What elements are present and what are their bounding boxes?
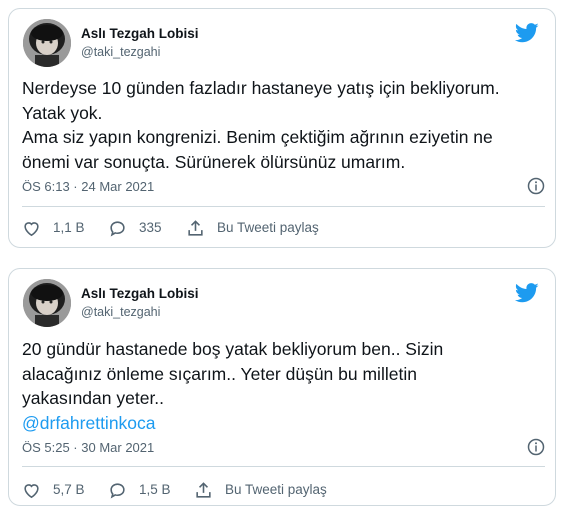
twitter-bird-icon[interactable]: [515, 23, 539, 43]
tweet-timestamp[interactable]: ÖS 5:25 · 30 Mar 2021: [22, 440, 154, 455]
user-handle[interactable]: @taki_tezgahi: [81, 44, 199, 60]
avatar[interactable]: [23, 19, 71, 67]
like-button[interactable]: 1,1 B: [22, 216, 85, 240]
reply-button[interactable]: 1,5 B: [108, 478, 171, 502]
tweet-text: Nerdeyse 10 günden fazladır hastaneye ya…: [22, 78, 500, 172]
share-button[interactable]: Bu Tweeti paylaş: [186, 216, 319, 240]
share-button[interactable]: Bu Tweeti paylaş: [194, 478, 327, 502]
divider: [22, 466, 545, 467]
tweet-header: Aslı Tezgah Lobisi @taki_tezgahi: [23, 279, 541, 327]
user-handle[interactable]: @taki_tezgahi: [81, 304, 199, 320]
heart-icon: [24, 221, 39, 236]
share-icon: [196, 481, 211, 498]
share-label: Bu Tweeti paylaş: [225, 482, 327, 497]
twitter-bird-icon[interactable]: [515, 283, 539, 303]
reply-icon: [110, 220, 125, 236]
divider: [22, 206, 545, 207]
share-icon: [188, 219, 203, 236]
reply-count: 335: [139, 220, 162, 235]
like-count: 5,7 B: [53, 482, 85, 497]
reply-icon: [110, 482, 125, 498]
info-icon[interactable]: [527, 438, 545, 456]
display-name[interactable]: Aslı Tezgah Lobisi: [81, 285, 199, 302]
tweet-actions: 5,7 B 1,5 B Bu Tweeti paylaş: [22, 478, 545, 502]
reply-count: 1,5 B: [139, 482, 171, 497]
like-count: 1,1 B: [53, 220, 85, 235]
tweet-actions: 1,1 B 335 Bu Tweeti paylaş: [22, 216, 545, 240]
info-icon[interactable]: [527, 177, 545, 195]
tweet-header: Aslı Tezgah Lobisi @taki_tezgahi: [23, 19, 541, 67]
mention-link[interactable]: @drfahrettinkoca: [22, 411, 545, 436]
display-name[interactable]: Aslı Tezgah Lobisi: [81, 25, 199, 42]
share-label: Bu Tweeti paylaş: [217, 220, 319, 235]
tweet-text: 20 gündür hastanede boş yatak bekliyorum…: [22, 337, 545, 435]
heart-icon: [24, 483, 39, 498]
tweet-timestamp[interactable]: ÖS 6:13 · 24 Mar 2021: [22, 179, 154, 194]
reply-button[interactable]: 335: [108, 216, 162, 240]
avatar[interactable]: [23, 279, 71, 327]
like-button[interactable]: 5,7 B: [22, 478, 85, 502]
